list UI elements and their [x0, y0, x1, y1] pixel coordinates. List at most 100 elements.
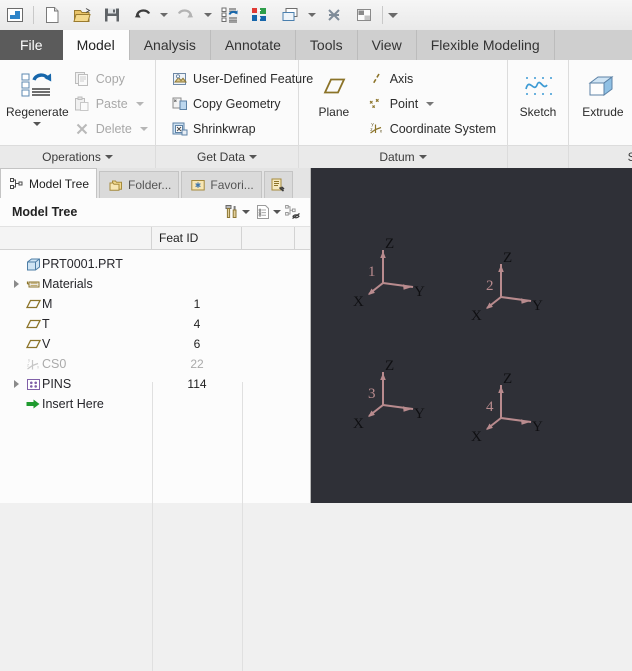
repaint-icon[interactable] — [245, 0, 275, 30]
copy-button[interactable]: Copy — [69, 66, 153, 91]
group-title-datum[interactable]: Datum — [299, 145, 507, 168]
layout-icon[interactable] — [349, 0, 379, 30]
tab-search-tree[interactable] — [264, 171, 293, 198]
tab-analysis[interactable]: Analysis — [130, 30, 211, 60]
tab-view[interactable]: View — [358, 30, 417, 60]
regenerate-icon[interactable] — [215, 0, 245, 30]
tree-row-label: T — [42, 317, 50, 331]
group-title-operations-label: Operations — [42, 146, 101, 168]
paste-label: Paste — [96, 97, 128, 111]
tree-row-label: PINS — [42, 377, 71, 391]
open-folder-icon[interactable] — [67, 0, 97, 30]
tree-row-label: V — [42, 337, 50, 351]
csys-z-label: Z — [385, 358, 394, 375]
axis-button[interactable]: Axis — [363, 66, 501, 91]
group-get-data-dropdown-caret[interactable] — [249, 155, 257, 159]
coordinate-system-button[interactable]: yzx Coordinate System — [363, 116, 501, 141]
csys-marker-2[interactable]: Z X Y 2 — [459, 250, 549, 340]
table-row[interactable]: PINS 114 — [0, 374, 310, 394]
tab-model-tree[interactable]: Model Tree — [0, 168, 97, 198]
table-row[interactable]: PRT0001.PRT — [0, 254, 310, 274]
point-dropdown-caret[interactable] — [426, 102, 434, 106]
tree-row-feat-id: 6 — [152, 337, 242, 351]
copy-icon — [74, 70, 91, 87]
datum-plane-button[interactable]: Plane — [305, 64, 363, 119]
tab-flexible-modeling[interactable]: Flexible Modeling — [417, 30, 555, 60]
tab-folder-browser[interactable]: Folder... — [99, 171, 179, 198]
redo-dropdown-caret[interactable] — [201, 0, 215, 30]
tree-column-divider-2[interactable] — [242, 382, 243, 671]
ribbon-group-get-data: User-Defined Feature Copy Geometry Shrin… — [156, 60, 299, 168]
undo-icon[interactable] — [127, 0, 157, 30]
shrinkwrap-button[interactable]: Shrinkwrap — [166, 116, 318, 141]
tree-column-divider-1[interactable] — [152, 382, 153, 671]
tab-annotate[interactable]: Annotate — [211, 30, 296, 60]
extrude-icon — [584, 68, 622, 104]
tree-filter-hide-button[interactable] — [283, 204, 304, 221]
tree-settings-button[interactable] — [221, 204, 252, 221]
csys-marker-4[interactable]: Z X Y 4 — [459, 371, 549, 461]
row-expander[interactable] — [8, 280, 24, 288]
group-title-shapes[interactable]: Shapes — [569, 145, 632, 168]
table-row[interactable]: Materials — [0, 274, 310, 294]
group-title-datum-label: Datum — [379, 146, 414, 168]
tree-settings-dropdown-caret[interactable] — [242, 210, 250, 214]
tab-folder-browser-label: Folder... — [128, 178, 171, 192]
delete-dropdown-caret[interactable] — [140, 127, 148, 131]
table-row[interactable]: T 4 — [0, 314, 310, 334]
csys-marker-3[interactable]: Z X Y 3 — [341, 358, 431, 448]
table-row[interactable]: Insert Here — [0, 394, 310, 414]
paste-button[interactable]: Paste — [69, 91, 153, 116]
tab-file[interactable]: File — [0, 30, 63, 60]
tree-row-feat-id: 1 — [152, 297, 242, 311]
tree-column-feat-id[interactable]: Feat ID — [152, 227, 242, 249]
undo-dropdown-caret[interactable] — [157, 0, 171, 30]
tree-display-dropdown-caret[interactable] — [273, 210, 281, 214]
redo-icon[interactable] — [171, 0, 201, 30]
save-icon[interactable] — [97, 0, 127, 30]
tree-row-label: PRT0001.PRT — [42, 257, 123, 271]
delete-label: Delete — [96, 122, 132, 136]
csys-y-label: Y — [532, 419, 543, 436]
delete-button[interactable]: Delete — [69, 116, 153, 141]
tree-display-button[interactable] — [252, 204, 283, 221]
copy-geometry-button[interactable]: Copy Geometry — [166, 91, 318, 116]
paste-dropdown-caret[interactable] — [136, 102, 144, 106]
tree-column-extra[interactable] — [242, 227, 295, 249]
window-dropdown-caret[interactable] — [305, 0, 319, 30]
tree-column-name[interactable] — [0, 227, 152, 249]
group-title-get-data[interactable]: Get Data — [156, 145, 298, 168]
toolbar-separator-2 — [382, 6, 383, 24]
row-expander[interactable] — [8, 380, 24, 388]
copy-geometry-icon — [171, 95, 188, 112]
quick-access-toolbar — [0, 0, 632, 31]
csys-marker-1[interactable]: Z X Y 1 — [341, 236, 431, 326]
tab-model[interactable]: Model — [63, 30, 130, 60]
sketch-button[interactable]: Sketch — [514, 64, 562, 119]
graphics-viewport[interactable]: Z X Y 1 Z X Y 2 — [311, 168, 632, 503]
group-datum-dropdown-caret[interactable] — [419, 155, 427, 159]
svg-text:x: x — [380, 128, 383, 133]
table-row[interactable]: V 6 — [0, 334, 310, 354]
new-file-icon[interactable] — [37, 0, 67, 30]
overflow-caret[interactable] — [386, 0, 400, 30]
table-row[interactable]: M 1 — [0, 294, 310, 314]
csys-x-label: X — [471, 308, 482, 325]
close-window-icon[interactable] — [319, 0, 349, 30]
csys-number-label: 3 — [368, 386, 376, 403]
group-operations-dropdown-caret[interactable] — [105, 155, 113, 159]
ribbon-group-sketch: Sketch — [508, 60, 569, 168]
point-button[interactable]: Point — [363, 91, 501, 116]
tab-favorites[interactable]: Favori... — [181, 171, 261, 198]
group-title-operations[interactable]: Operations — [0, 145, 155, 168]
user-defined-feature-button[interactable]: User-Defined Feature — [166, 66, 318, 91]
window-icon[interactable] — [275, 0, 305, 30]
tree-column-header: Feat ID — [0, 227, 310, 250]
group-title-get-data-label: Get Data — [197, 146, 245, 168]
tab-tools[interactable]: Tools — [296, 30, 358, 60]
regenerate-dropdown-caret[interactable] — [33, 122, 41, 126]
extrude-button[interactable]: Extrude — [575, 64, 631, 119]
app-window-icon[interactable] — [0, 0, 30, 30]
regenerate-button[interactable]: Regenerate — [6, 64, 69, 126]
table-row[interactable]: yzx CS0 22 — [0, 354, 310, 374]
